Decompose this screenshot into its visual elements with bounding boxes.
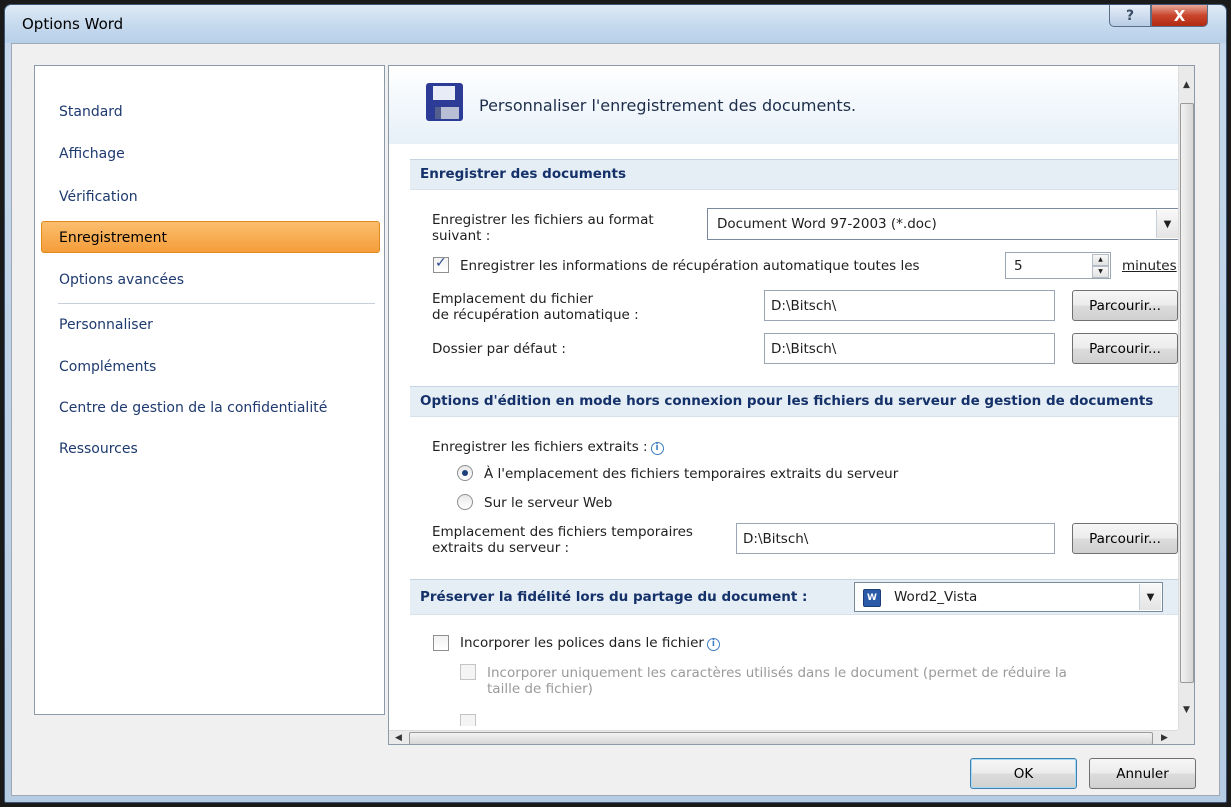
title-bar: Options Word ? X bbox=[5, 5, 1226, 43]
temp-location-field[interactable]: D:\Bitsch\ bbox=[736, 523, 1055, 554]
ok-button[interactable]: OK bbox=[970, 758, 1077, 789]
word-document-icon: W bbox=[863, 589, 881, 607]
section-save-documents: Enregistrer des documents bbox=[410, 159, 1179, 190]
browse-default-folder-button[interactable]: Parcourir... bbox=[1072, 333, 1178, 364]
format-label-line1: Enregistrer les fichiers au format bbox=[432, 212, 654, 228]
close-icon: X bbox=[1173, 6, 1186, 25]
nav-item-personnaliser[interactable]: Personnaliser bbox=[36, 309, 381, 341]
default-folder-label: Dossier par défaut : bbox=[432, 341, 566, 357]
fidelity-document-value: Word2_Vista bbox=[894, 589, 978, 605]
autorecover-minutes-value: 5 bbox=[1014, 258, 1023, 274]
scroll-down-icon[interactable]: ▼ bbox=[1183, 705, 1190, 715]
nav-item-ressources[interactable]: Ressources bbox=[36, 433, 381, 465]
nav-item-complements[interactable]: Compléments bbox=[36, 351, 381, 383]
horizontal-scroll-thumb[interactable] bbox=[409, 732, 1153, 744]
autorecover-location-label: Emplacement du fichier de récupération a… bbox=[432, 291, 639, 323]
help-icon: ? bbox=[1125, 7, 1135, 24]
nav-item-options-avancees[interactable]: Options avancées bbox=[36, 264, 381, 296]
horizontal-scrollbar[interactable]: ◀ ▶ bbox=[389, 730, 1178, 744]
default-folder-field[interactable]: D:\Bitsch\ bbox=[764, 333, 1055, 364]
nav-separator bbox=[58, 303, 375, 304]
dialog-client: Standard Affichage Vérification Enregist… bbox=[11, 43, 1220, 796]
default-folder-value: D:\Bitsch\ bbox=[771, 341, 837, 357]
radio-web-server[interactable] bbox=[457, 494, 473, 510]
autorecover-location-label-line2: de récupération automatique : bbox=[432, 307, 639, 323]
autorecover-location-value: D:\Bitsch\ bbox=[771, 298, 837, 314]
temp-location-label: Emplacement des fichiers temporaires ext… bbox=[432, 524, 693, 556]
nav-item-enregistrement[interactable]: Enregistrement bbox=[41, 221, 380, 253]
options-dialog: Options Word ? X Standard Affichage Véri… bbox=[4, 4, 1227, 803]
embed-used-chars-line1: Incorporer uniquement les caractères uti… bbox=[487, 665, 1067, 681]
fidelity-document-select[interactable]: W Word2_Vista ▼ bbox=[854, 582, 1163, 612]
autorecover-location-field[interactable]: D:\Bitsch\ bbox=[764, 290, 1055, 321]
category-list: Standard Affichage Vérification Enregist… bbox=[34, 65, 385, 715]
floppy-disk-icon bbox=[426, 83, 463, 121]
scroll-right-icon[interactable]: ▶ bbox=[1161, 733, 1168, 743]
format-label: Enregistrer les fichiers au format suiva… bbox=[432, 212, 654, 244]
radio-server-temp-location[interactable] bbox=[457, 465, 473, 481]
embed-used-chars-label: Incorporer uniquement les caractères uti… bbox=[487, 665, 1067, 697]
dropdown-arrow-icon[interactable]: ▼ bbox=[1156, 210, 1178, 238]
radio-server-temp-label: À l'emplacement des fichiers temporaires… bbox=[484, 466, 899, 482]
save-checked-out-label: Enregistrer les fichiers extraits :i bbox=[432, 439, 664, 455]
nav-item-verification[interactable]: Vérification bbox=[36, 181, 381, 213]
autorecover-label: Enregistrer les informations de récupéra… bbox=[460, 258, 920, 274]
vertical-scrollbar[interactable]: ▲ ▼ bbox=[1178, 66, 1194, 730]
embed-used-chars-checkbox[interactable] bbox=[460, 664, 476, 680]
autorecover-minutes-spinner[interactable]: 5 ▲ ▼ bbox=[1005, 252, 1111, 279]
dropdown-arrow-icon[interactable]: ▼ bbox=[1139, 584, 1161, 610]
format-label-line2: suivant : bbox=[432, 228, 491, 244]
cancel-button[interactable]: Annuler bbox=[1089, 758, 1196, 789]
close-button[interactable]: X bbox=[1151, 5, 1208, 27]
temp-location-label-line2: extraits du serveur : bbox=[432, 540, 570, 556]
nav-item-centre-confidentialite[interactable]: Centre de gestion de la confidentialité bbox=[36, 392, 381, 424]
page-title: Personnaliser l'enregistrement des docum… bbox=[479, 96, 857, 115]
help-button[interactable]: ? bbox=[1109, 5, 1151, 27]
embed-fonts-checkbox[interactable] bbox=[433, 635, 449, 651]
scroll-up-icon[interactable]: ▲ bbox=[1183, 80, 1190, 90]
autorecover-checkbox[interactable] bbox=[433, 255, 449, 273]
scrollbar-corner bbox=[1178, 730, 1194, 744]
content-panel: Personnaliser l'enregistrement des docum… bbox=[388, 65, 1195, 745]
browse-temp-location-button[interactable]: Parcourir... bbox=[1072, 523, 1178, 554]
info-icon: i bbox=[650, 442, 664, 455]
partially-hidden-checkbox[interactable] bbox=[460, 714, 476, 726]
save-format-value: Document Word 97-2003 (*.doc) bbox=[717, 216, 937, 232]
browse-autorecover-button[interactable]: Parcourir... bbox=[1072, 290, 1178, 321]
temp-location-label-line1: Emplacement des fichiers temporaires bbox=[432, 524, 693, 540]
minutes-label: minutes bbox=[1122, 258, 1177, 274]
embed-used-chars-line2: taille de fichier) bbox=[487, 681, 593, 697]
embed-fonts-text: Incorporer les polices dans le fichier bbox=[460, 635, 704, 651]
nav-item-affichage[interactable]: Affichage bbox=[36, 138, 381, 170]
save-checked-out-text: Enregistrer les fichiers extraits : bbox=[432, 439, 648, 455]
scroll-left-icon[interactable]: ◀ bbox=[395, 733, 402, 743]
panel-header: Personnaliser l'enregistrement des docum… bbox=[389, 66, 1178, 144]
vertical-scroll-thumb[interactable] bbox=[1180, 103, 1194, 683]
radio-web-server-label: Sur le serveur Web bbox=[484, 495, 613, 511]
fidelity-heading: Préserver la fidélité lors du partage du… bbox=[420, 589, 808, 605]
spin-down-icon[interactable]: ▼ bbox=[1092, 266, 1109, 278]
embed-fonts-label: Incorporer les polices dans le fichier i bbox=[460, 635, 720, 651]
save-format-select[interactable]: Document Word 97-2003 (*.doc) ▼ bbox=[707, 208, 1180, 240]
spin-up-icon[interactable]: ▲ bbox=[1092, 254, 1109, 266]
autorecover-location-label-line1: Emplacement du fichier bbox=[432, 291, 594, 307]
temp-location-value: D:\Bitsch\ bbox=[743, 531, 809, 547]
info-icon: i bbox=[706, 638, 720, 651]
section-offline-editing: Options d'édition en mode hors connexion… bbox=[410, 386, 1179, 417]
nav-item-standard[interactable]: Standard bbox=[36, 96, 381, 128]
window-title: Options Word bbox=[22, 15, 124, 33]
